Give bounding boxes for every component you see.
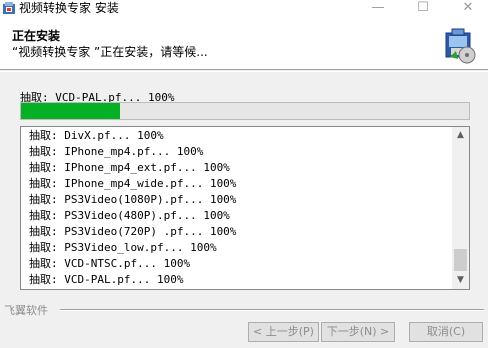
installer-app-icon <box>1 0 17 16</box>
window-title: 视频转换专家 安装 <box>19 1 119 15</box>
scroll-up-icon[interactable]: ▲ <box>452 127 469 144</box>
log-line: 抽取: VCD-PAL.pf... 100% <box>29 273 184 286</box>
page-title: 正在安装 <box>12 29 61 43</box>
header-divider <box>0 71 488 72</box>
log-list: 抽取: DivX.pf... 100% 抽取: IPhone_mp4.pf... … <box>29 128 236 288</box>
log-line: 抽取: PS3Video(720P) .pf... 100% <box>29 225 237 238</box>
progress-bar <box>20 102 470 120</box>
brand-label: 飞翼软件 <box>4 304 48 317</box>
back-button[interactable]: < 上一步(P) <box>248 322 319 342</box>
installer-logo-icon <box>440 27 478 65</box>
install-log[interactable]: 抽取: DivX.pf... 100% 抽取: IPhone_mp4.pf... … <box>20 126 470 290</box>
log-line: 抽取: VCD-NTSC.pf... 100% <box>29 257 191 270</box>
log-line: 抽取: IPhone_mp4_ext.pf... 100% <box>29 161 230 174</box>
log-line: 抽取: IPhone_mp4.pf... 100% <box>29 145 204 158</box>
log-scrollbar[interactable]: ▲ ▼ <box>452 127 469 289</box>
log-line: 抽取: PS3Video(1080P).pf... 100% <box>29 193 237 206</box>
log-line: 抽取: PS3Video_low.pf... 100% <box>29 241 217 254</box>
maximize-button[interactable]: ☐ <box>403 0 443 18</box>
scroll-thumb[interactable] <box>454 249 467 271</box>
next-button[interactable]: 下一步(N) > <box>321 322 395 342</box>
log-line: 抽取: PS3Video(480P).pf... 100% <box>29 209 230 222</box>
cancel-button[interactable]: 取消(C) <box>409 322 483 342</box>
footer-divider <box>60 309 484 311</box>
log-line: 抽取: IPhone_mp4_wide.pf... 100% <box>29 177 237 190</box>
header-panel: 正在安装 “视频转换专家 ”正在安装，请等候... <box>0 19 488 70</box>
minimize-button[interactable]: — <box>358 0 398 18</box>
scroll-down-icon[interactable]: ▼ <box>452 272 469 289</box>
close-button[interactable]: ✕ <box>448 0 488 18</box>
page-subtitle: “视频转换专家 ”正在安装，请等候... <box>12 45 208 59</box>
title-bar: 视频转换专家 安装 — ☐ ✕ <box>0 0 488 19</box>
log-line: 抽取: DivX.pf... 100% <box>29 129 164 142</box>
progress-fill <box>21 103 120 119</box>
